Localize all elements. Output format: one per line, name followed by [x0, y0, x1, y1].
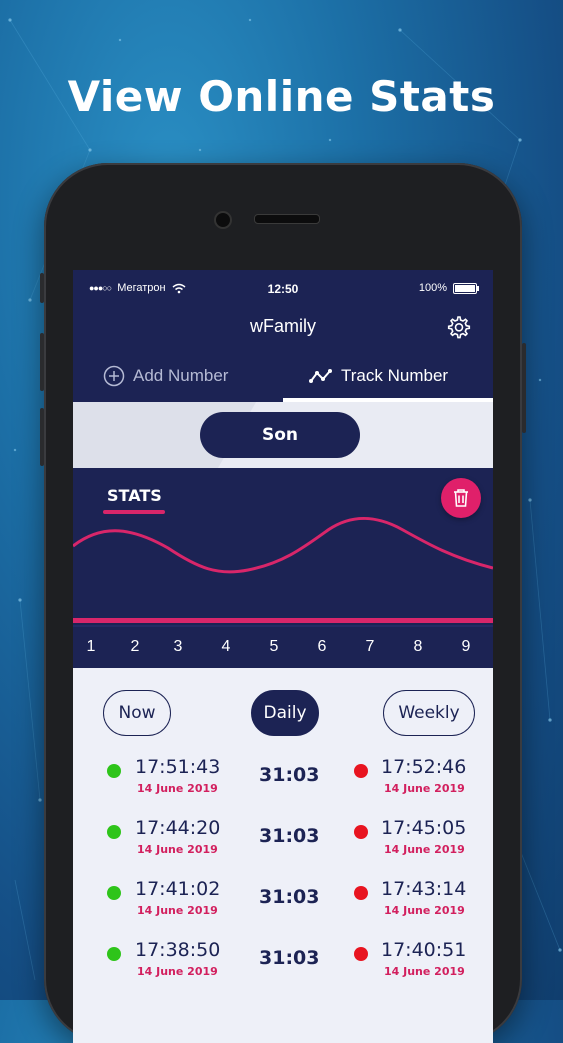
- end-time: 17:40:51: [381, 939, 467, 961]
- front-camera: [214, 211, 232, 229]
- end-time: 17:52:46: [381, 756, 467, 778]
- promo-headline: View Online Stats: [67, 72, 496, 121]
- start-date: 14 June 2019: [137, 782, 218, 795]
- phone-frame: ●●●○○ Мегатрон 12:50 100% wFamily Add Nu…: [40, 163, 526, 1043]
- offline-dot: [354, 825, 368, 839]
- end-time: 17:45:05: [381, 817, 467, 839]
- stats-title-underline: [103, 510, 165, 514]
- end-date: 14 June 2019: [384, 782, 465, 795]
- plus-circle-icon: [103, 365, 125, 387]
- list-item[interactable]: 17:41:02 14 June 2019 31:03 17:43:14 14 …: [73, 874, 493, 935]
- app-screen: ●●●○○ Мегатрон 12:50 100% wFamily Add Nu…: [73, 270, 493, 1043]
- gear-icon[interactable]: [445, 314, 471, 340]
- list-item[interactable]: 17:51:43 14 June 2019 31:03 17:52:46 14 …: [73, 752, 493, 813]
- offline-dot: [354, 764, 368, 778]
- end-date: 14 June 2019: [384, 843, 465, 856]
- activity-curve: [73, 516, 493, 574]
- axis-label: 2: [130, 638, 140, 655]
- delete-button[interactable]: [441, 478, 481, 518]
- axis-label: 5: [269, 638, 279, 655]
- filter-weekly-button[interactable]: Weekly: [383, 690, 475, 736]
- tab-add-number-label: Add Number: [133, 366, 229, 385]
- start-date: 14 June 2019: [137, 843, 218, 856]
- stats-panel: STATS 1 2 3 4 5 6 7 8 9: [73, 468, 493, 668]
- filter-daily-button[interactable]: Daily: [251, 690, 319, 736]
- axis-label: 4: [221, 638, 231, 655]
- tab-bar: Add Number Track Number: [73, 350, 493, 402]
- session-list: 17:51:43 14 June 2019 31:03 17:52:46 14 …: [73, 752, 493, 996]
- start-time: 17:51:43: [135, 756, 221, 778]
- axis-label: 1: [86, 638, 96, 655]
- end-time: 17:43:14: [381, 878, 467, 900]
- status-bar: ●●●○○ Мегатрон 12:50 100%: [73, 270, 493, 308]
- list-item[interactable]: 17:44:20 14 June 2019 31:03 17:45:05 14 …: [73, 813, 493, 874]
- session-duration: 31:03: [259, 825, 320, 847]
- axis-label: 6: [317, 638, 327, 655]
- axis-label: 7: [365, 638, 375, 655]
- battery-percent: 100%: [418, 282, 447, 294]
- baseline-bar: [73, 618, 493, 623]
- phone-mute-switch: [40, 273, 44, 303]
- contact-son-button[interactable]: Son: [200, 412, 360, 458]
- list-item[interactable]: 17:38:50 14 June 2019 31:03 17:40:51 14 …: [73, 935, 493, 996]
- axis-label: 8: [413, 638, 423, 655]
- start-date: 14 June 2019: [137, 965, 218, 978]
- online-dot: [107, 825, 121, 839]
- session-duration: 31:03: [259, 886, 320, 908]
- period-filters: Now Daily Weekly: [73, 690, 493, 740]
- start-date: 14 June 2019: [137, 904, 218, 917]
- trash-icon: [454, 489, 468, 507]
- app-header: wFamily: [73, 308, 493, 348]
- session-duration: 31:03: [259, 947, 320, 969]
- start-time: 17:41:02: [135, 878, 221, 900]
- offline-dot: [354, 886, 368, 900]
- battery-icon: [453, 282, 479, 294]
- start-time: 17:38:50: [135, 939, 221, 961]
- filter-now-button[interactable]: Now: [103, 690, 171, 736]
- start-time: 17:44:20: [135, 817, 221, 839]
- trend-line-icon: [309, 369, 332, 383]
- tab-track-number-label: Track Number: [341, 366, 449, 385]
- contact-selector-area: Son: [73, 402, 493, 468]
- axis-label: 3: [173, 638, 183, 655]
- app-title: wFamily: [250, 316, 316, 336]
- phone-volume-up: [40, 333, 44, 391]
- stats-title: STATS: [107, 486, 162, 505]
- online-dot: [107, 764, 121, 778]
- axis-label: 9: [461, 638, 471, 655]
- chart-x-axis: 1 2 3 4 5 6 7 8 9: [73, 628, 493, 664]
- end-date: 14 June 2019: [384, 965, 465, 978]
- tab-add-number[interactable]: Add Number: [103, 350, 228, 402]
- end-date: 14 June 2019: [384, 904, 465, 917]
- offline-dot: [354, 947, 368, 961]
- session-duration: 31:03: [259, 764, 320, 786]
- tab-track-number[interactable]: Track Number: [309, 350, 448, 402]
- earpiece-speaker: [254, 214, 320, 224]
- online-dot: [107, 886, 121, 900]
- phone-volume-down: [40, 408, 44, 466]
- online-dot: [107, 947, 121, 961]
- phone-power-button: [522, 343, 526, 433]
